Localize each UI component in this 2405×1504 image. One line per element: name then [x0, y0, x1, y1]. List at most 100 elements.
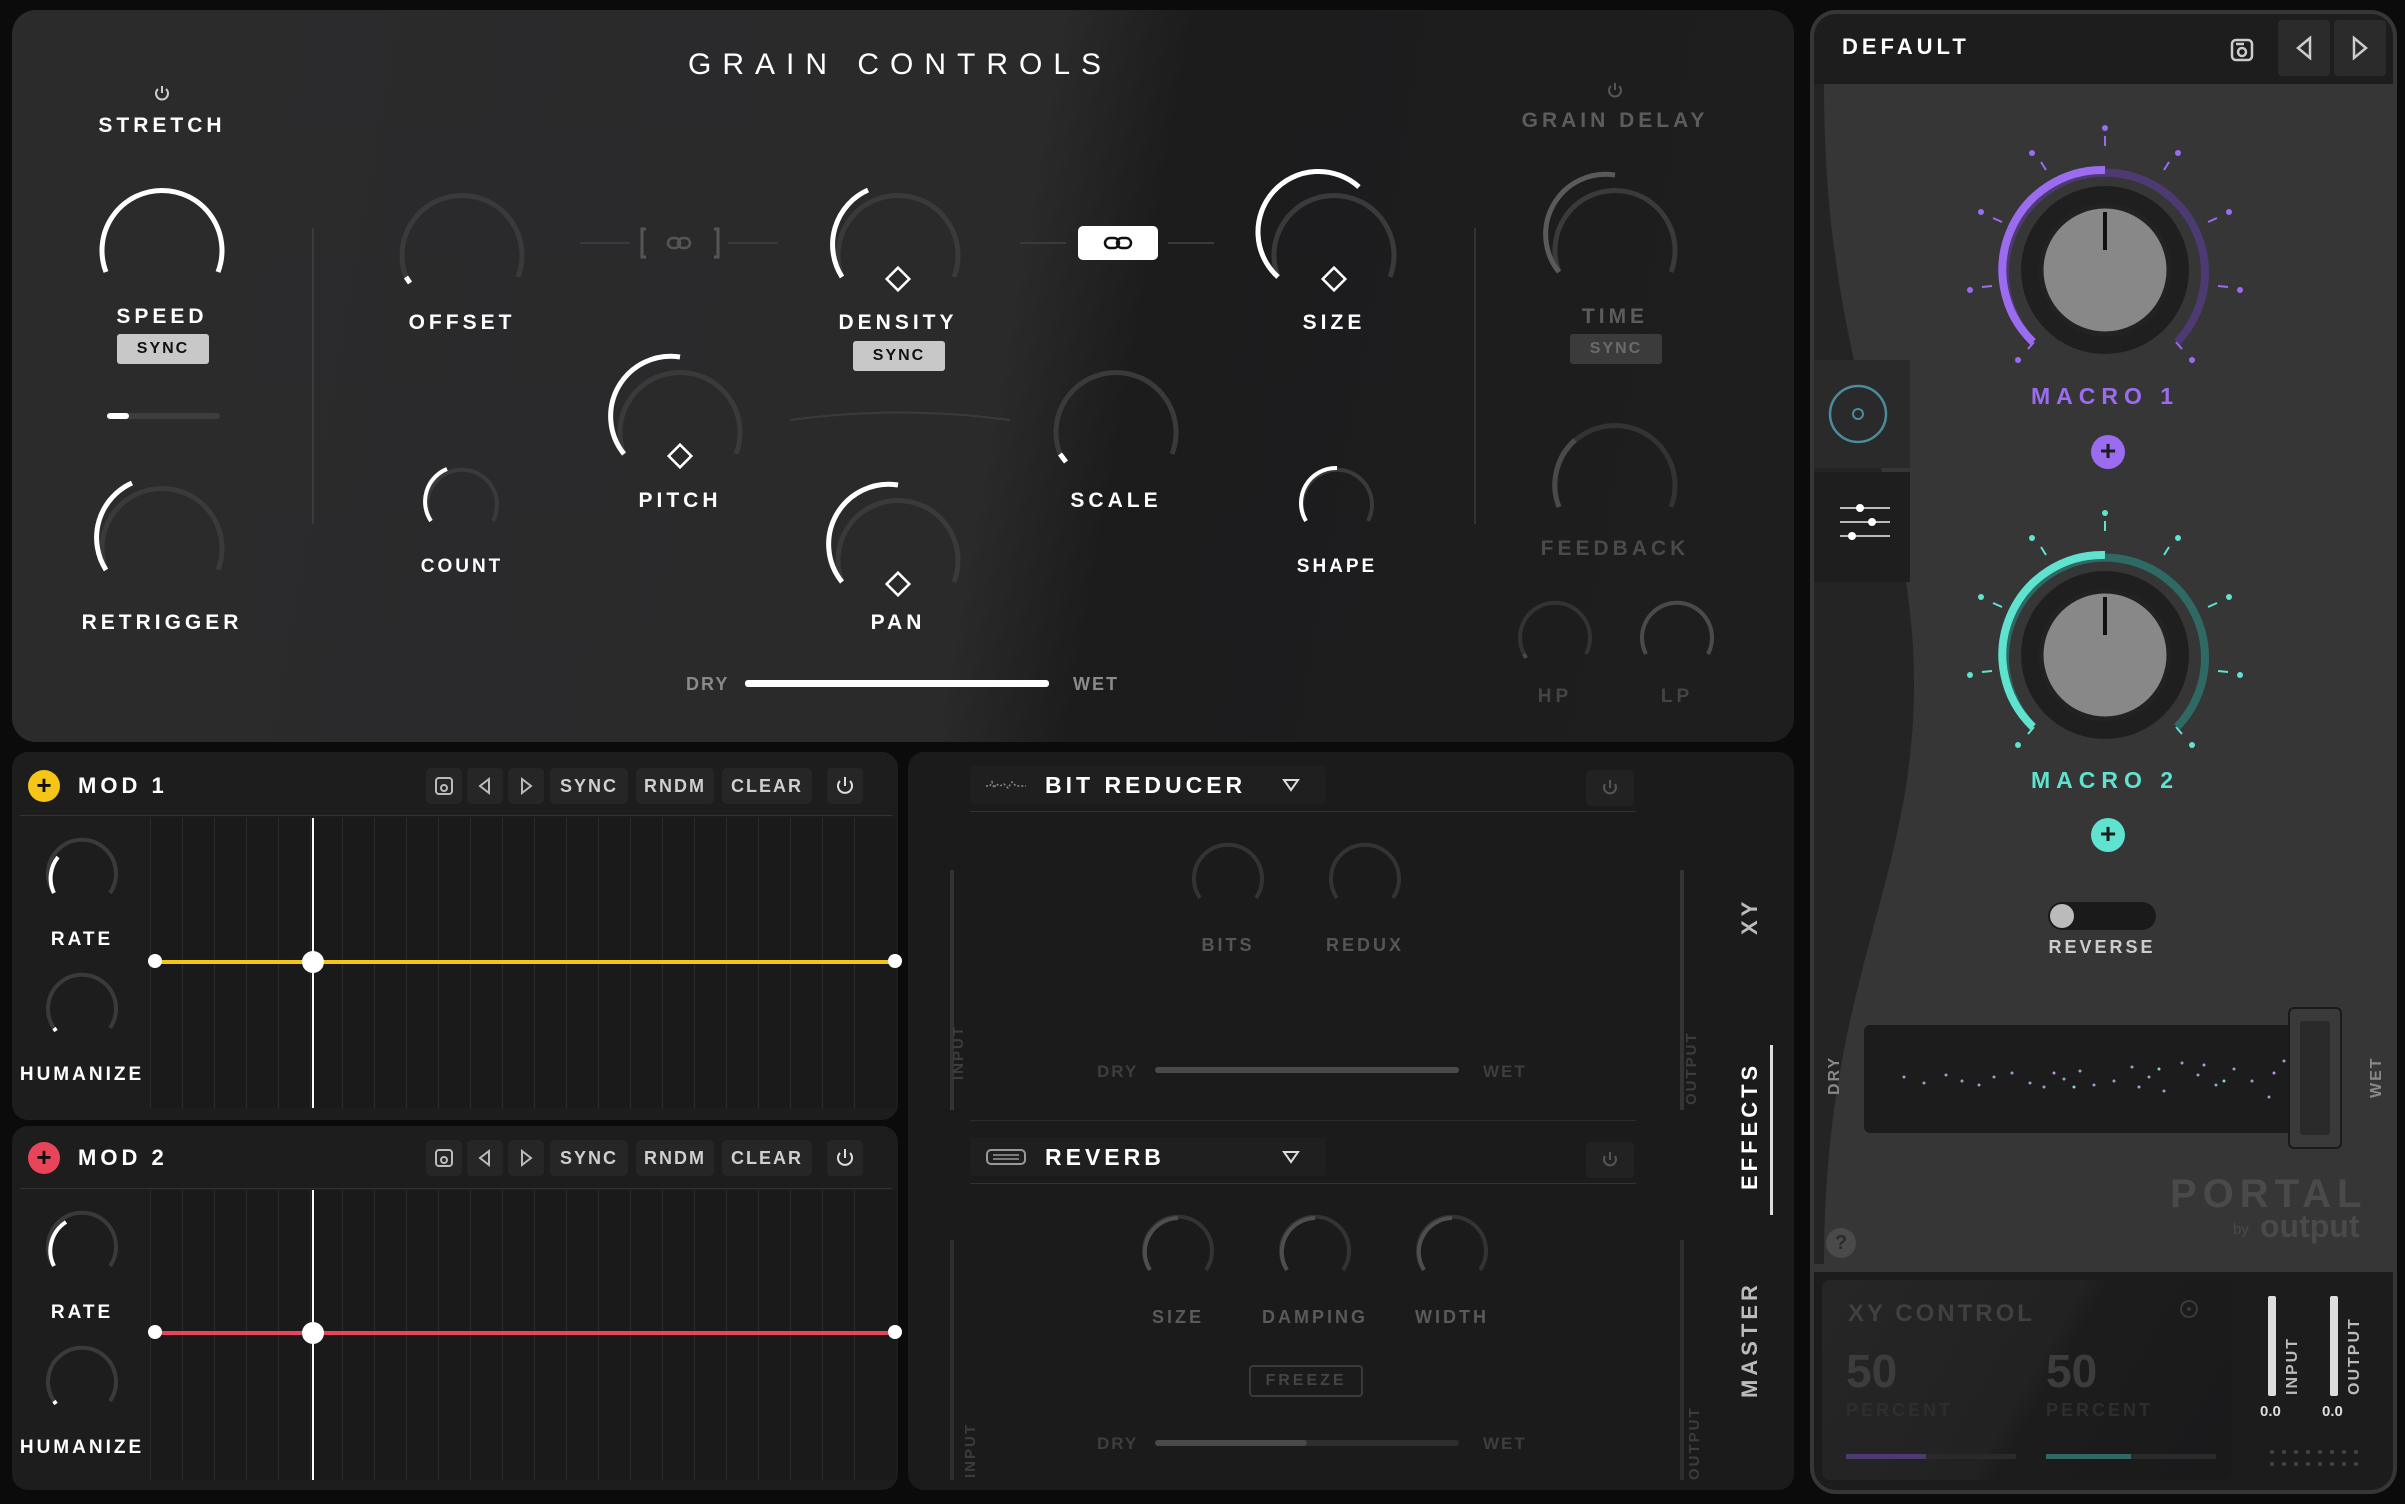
dry-wet-handle[interactable]	[2288, 1007, 2342, 1149]
scale-knob[interactable]	[1036, 342, 1196, 472]
offset-density-link-line-left	[580, 242, 630, 244]
mod2-rate-label: RATE	[50, 1302, 114, 1323]
tab-effects[interactable]: EFFECTS	[1737, 1062, 1763, 1190]
fx2-selector[interactable]: REVERB	[970, 1138, 1326, 1176]
mod2-rate-knob[interactable]	[42, 1208, 122, 1280]
hp-knob[interactable]	[1510, 590, 1600, 670]
fx2-dry-label: DRY	[1097, 1434, 1139, 1453]
offset-knob[interactable]	[382, 165, 542, 295]
fx-divider	[970, 1120, 1636, 1121]
resize-grip-icon[interactable]	[2268, 1446, 2368, 1470]
bits-knob[interactable]	[1188, 840, 1268, 912]
speed-knob[interactable]	[82, 160, 242, 290]
time-knob[interactable]	[1535, 160, 1695, 290]
fx1-dry-label: DRY	[1097, 1062, 1139, 1081]
mod1-grid[interactable]	[148, 818, 902, 1108]
mod1-start-point[interactable]	[148, 954, 162, 968]
help-icon[interactable]: ?	[1826, 1228, 1856, 1258]
freeze-button[interactable]: FREEZE	[1249, 1365, 1363, 1397]
pitch-label: PITCH	[638, 489, 722, 512]
pitch-knob[interactable]	[600, 342, 760, 472]
macro1-label: MACRO 1	[2030, 383, 2180, 409]
mod1-clear-button[interactable]: CLEAR	[722, 768, 812, 804]
size-knob[interactable]	[1254, 165, 1414, 295]
tab-xy[interactable]: XY	[1737, 898, 1763, 935]
preset-name[interactable]: DEFAULT	[1842, 34, 1970, 60]
mod2-save-icon[interactable]	[426, 1140, 462, 1176]
speed-sync-button[interactable]: SYNC	[117, 334, 209, 364]
fx1-dry-wet-fill	[1155, 1067, 1459, 1073]
fx1-power-icon[interactable]	[1586, 770, 1634, 806]
mod2-humanize-knob[interactable]	[42, 1343, 122, 1415]
mod2-prev-icon[interactable]	[467, 1140, 503, 1176]
stretch-slider[interactable]	[107, 413, 220, 419]
grain-controls-title: GRAIN CONTROLS	[687, 48, 1113, 81]
mod2-clear-button[interactable]: CLEAR	[722, 1140, 812, 1176]
reverse-toggle[interactable]	[2048, 902, 2156, 930]
mod2-color-dot[interactable]: +	[28, 1142, 60, 1174]
retrigger-knob[interactable]	[82, 458, 242, 588]
macro1-add-button[interactable]: +	[2091, 435, 2125, 469]
grain-dry-wet-slider[interactable]	[745, 680, 1049, 687]
mod2-start-point[interactable]	[148, 1325, 162, 1339]
stretch-power-icon[interactable]	[152, 83, 172, 103]
fx1-dry-wet-slider[interactable]	[1155, 1067, 1459, 1073]
macro1-knob[interactable]	[1960, 120, 2250, 390]
mod1-end-point[interactable]	[888, 954, 902, 968]
fx1-selector[interactable]: BIT REDUCER	[970, 766, 1326, 804]
output-meter-value: 0.0	[2322, 1403, 2343, 1420]
grain-delay-power-icon[interactable]	[1605, 80, 1625, 100]
preset-prev-icon[interactable]	[2278, 20, 2330, 76]
macro2-add-button[interactable]: +	[2091, 818, 2125, 852]
fx2-dropdown-icon[interactable]	[1282, 1150, 1300, 1164]
density-knob[interactable]	[818, 165, 978, 295]
mod1-color-dot[interactable]: +	[28, 770, 60, 802]
dry-wet-visualizer[interactable]	[1864, 1025, 2340, 1133]
mod2-grid[interactable]	[148, 1190, 902, 1480]
retrigger-label: RETRIGGER	[81, 611, 243, 634]
shape-knob[interactable]	[1292, 457, 1382, 537]
mod1-prev-icon[interactable]	[467, 768, 503, 804]
offset-density-link-line-right	[728, 242, 778, 244]
reverb-size-knob[interactable]	[1138, 1212, 1218, 1284]
lp-knob[interactable]	[1632, 590, 1722, 670]
time-label: TIME	[1581, 305, 1649, 328]
damping-knob[interactable]	[1275, 1212, 1355, 1284]
tab-master[interactable]: MASTER	[1737, 1281, 1763, 1398]
mod1-save-icon[interactable]	[426, 768, 462, 804]
mod2-playhead-point[interactable]	[302, 1322, 324, 1344]
view-sliders-icon[interactable]	[1814, 472, 1910, 582]
shape-label: SHAPE	[1296, 556, 1378, 577]
fx2-power-icon[interactable]	[1586, 1142, 1634, 1178]
time-sync-button[interactable]: SYNC	[1570, 334, 1662, 364]
view-circle-icon[interactable]	[1814, 360, 1910, 468]
preset-next-icon[interactable]	[2334, 20, 2386, 76]
mod2-power-icon[interactable]	[827, 1140, 863, 1176]
mod2-rndm-button[interactable]: RNDM	[636, 1140, 714, 1176]
width-knob[interactable]	[1412, 1212, 1492, 1284]
link-icon-inactive[interactable]	[638, 225, 722, 261]
fx2-dry-wet-slider[interactable]	[1155, 1440, 1459, 1446]
mod1-next-icon[interactable]	[508, 768, 544, 804]
mod1-humanize-knob[interactable]	[42, 970, 122, 1042]
mod1-rate-knob[interactable]	[42, 835, 122, 907]
count-knob[interactable]	[417, 457, 507, 537]
mod1-playhead-point[interactable]	[302, 951, 324, 973]
macro2-knob[interactable]	[1960, 505, 2250, 775]
mod1-power-icon[interactable]	[827, 768, 863, 804]
mod2-sync-button[interactable]: SYNC	[550, 1140, 628, 1176]
fx1-dropdown-icon[interactable]	[1282, 778, 1300, 792]
mod1-sync-button[interactable]: SYNC	[550, 768, 628, 804]
xy-power-icon[interactable]	[2178, 1298, 2200, 1320]
link-icon-active[interactable]	[1078, 226, 1158, 260]
output-meter-label: OUTPUT	[2346, 1317, 2363, 1395]
preset-save-icon[interactable]	[2222, 30, 2262, 70]
mod2-next-icon[interactable]	[508, 1140, 544, 1176]
mod1-rndm-button[interactable]: RNDM	[636, 768, 714, 804]
feedback-knob[interactable]	[1535, 395, 1695, 525]
density-sync-button[interactable]: SYNC	[853, 341, 945, 371]
grain-delay-title: GRAIN DELAY	[1521, 109, 1709, 132]
pan-knob[interactable]	[818, 470, 978, 600]
mod2-end-point[interactable]	[888, 1325, 902, 1339]
redux-knob[interactable]	[1325, 840, 1405, 912]
